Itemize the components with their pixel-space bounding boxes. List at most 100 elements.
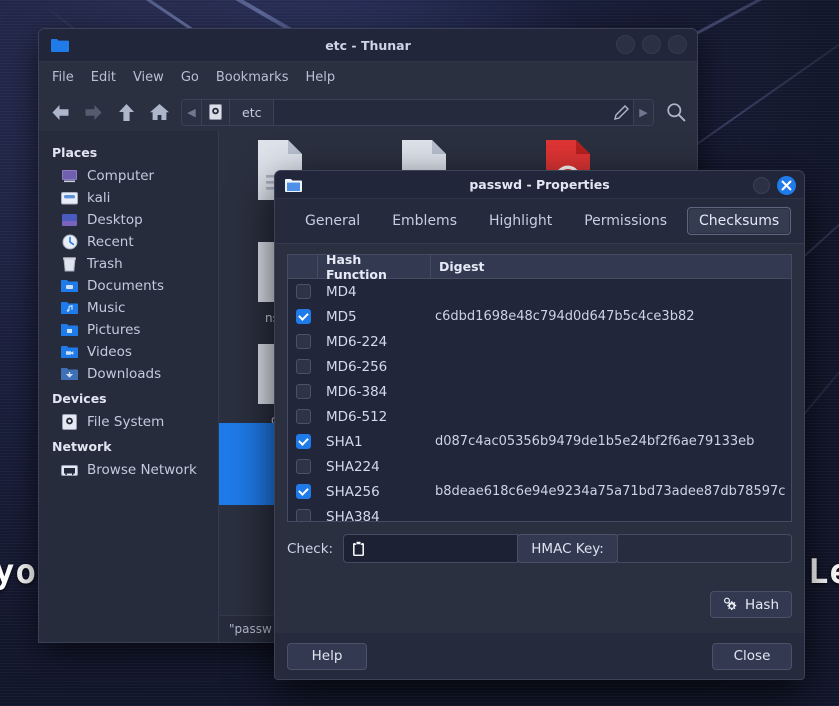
- computer-icon: [61, 169, 78, 184]
- tab-permissions[interactable]: Permissions: [572, 207, 679, 235]
- hmac-key-input[interactable]: [617, 534, 792, 563]
- table-row[interactable]: SHA1 d087c4ac05356b9479de1b5e24bf2f6ae79…: [288, 429, 791, 454]
- table-row[interactable]: SHA224: [288, 454, 791, 479]
- sidebar-item-kali[interactable]: kali: [39, 187, 218, 209]
- window-titlebar[interactable]: etc - Thunar: [39, 29, 697, 62]
- sidebar-item-desktop[interactable]: Desktop: [39, 209, 218, 231]
- downloads-folder-icon: [61, 367, 78, 382]
- wallpaper-text-right: Le: [808, 552, 839, 592]
- tab-bar: General Emblems Highlight Permissions Ch…: [275, 199, 804, 244]
- sidebar-item-trash[interactable]: Trash: [39, 253, 218, 275]
- close-button[interactable]: Close: [712, 643, 792, 670]
- up-arrow-icon[interactable]: [113, 99, 139, 125]
- row-checkbox[interactable]: [288, 334, 318, 349]
- hash-button[interactable]: Hash: [710, 591, 792, 618]
- music-folder-icon: [61, 301, 78, 316]
- sidebar-item-label: File System: [87, 414, 164, 430]
- sidebar-item-file-system[interactable]: File System: [39, 411, 218, 433]
- hash-function-name: SHA256: [318, 484, 431, 500]
- row-checkbox[interactable]: [288, 459, 318, 474]
- row-checkbox[interactable]: [288, 309, 318, 324]
- row-checkbox[interactable]: [288, 509, 318, 522]
- menu-item-file[interactable]: File: [52, 70, 74, 85]
- chevron-right-icon[interactable]: ▶: [633, 100, 653, 125]
- row-checkbox[interactable]: [288, 434, 318, 449]
- table-row[interactable]: MD6-512: [288, 404, 791, 429]
- tab-highlight[interactable]: Highlight: [477, 207, 564, 235]
- checksum-table[interactable]: Hash Function Digest MD4 MD5 c6dbd1698e4…: [287, 254, 792, 522]
- sidebar-item-music[interactable]: Music: [39, 297, 218, 319]
- column-header-hash-function: Hash Function: [318, 255, 431, 278]
- sidebar-item-pictures[interactable]: Pictures: [39, 319, 218, 341]
- forward-arrow-icon[interactable]: [80, 99, 106, 125]
- menu-item-go[interactable]: Go: [181, 70, 199, 85]
- table-row[interactable]: SHA256 b8deae618c6e94e9234a75a71bd73adee…: [288, 479, 791, 504]
- sidebar-section-places: Places: [39, 139, 218, 165]
- sidebar-item-documents[interactable]: Documents: [39, 275, 218, 297]
- sidebar-item-label: Trash: [87, 256, 123, 272]
- window-controls: [616, 35, 687, 54]
- hash-function-name: MD6-384: [318, 384, 431, 400]
- sidebar-item-label: Documents: [87, 278, 164, 294]
- search-icon[interactable]: [663, 99, 689, 125]
- table-row[interactable]: MD6-224: [288, 329, 791, 354]
- menu-item-edit[interactable]: Edit: [91, 70, 116, 85]
- close-icon[interactable]: [777, 176, 796, 195]
- close-button[interactable]: [668, 35, 687, 54]
- dialog-window-controls: [753, 176, 796, 195]
- sidebar-item-recent[interactable]: Recent: [39, 231, 218, 253]
- filesystem-icon[interactable]: [202, 100, 230, 125]
- home-folder-icon: [61, 191, 78, 206]
- row-checkbox[interactable]: [288, 384, 318, 399]
- sidebar-item-label: Recent: [87, 234, 134, 250]
- table-row[interactable]: MD6-384: [288, 379, 791, 404]
- table-row[interactable]: MD6-256: [288, 354, 791, 379]
- sidebar-item-videos[interactable]: Videos: [39, 341, 218, 363]
- hmac-key-button[interactable]: HMAC Key:: [517, 534, 618, 563]
- gear-icon: [723, 597, 738, 612]
- minimize-button[interactable]: [616, 35, 635, 54]
- hash-function-name: SHA384: [318, 509, 431, 523]
- menu-item-help[interactable]: Help: [305, 70, 335, 85]
- minimize-button[interactable]: [753, 177, 770, 194]
- breadcrumb[interactable]: etc: [230, 100, 274, 125]
- window-title: etc - Thunar: [39, 29, 697, 62]
- dialog-titlebar[interactable]: passwd - Properties: [275, 171, 804, 199]
- row-checkbox[interactable]: [288, 409, 318, 424]
- home-icon[interactable]: [146, 99, 172, 125]
- sidebar-item-downloads[interactable]: Downloads: [39, 363, 218, 385]
- sidebar-item-browse-network[interactable]: Browse Network: [39, 459, 218, 481]
- path-bar[interactable]: ◀ etc ▶: [181, 99, 654, 126]
- clipboard-icon: [352, 541, 365, 557]
- menu-item-bookmarks[interactable]: Bookmarks: [216, 70, 289, 85]
- toolbar: ◀ etc ▶: [39, 93, 697, 131]
- hash-function-name: SHA224: [318, 459, 431, 475]
- row-checkbox[interactable]: [288, 359, 318, 374]
- tab-general[interactable]: General: [293, 207, 372, 235]
- table-row[interactable]: MD5 c6dbd1698e48c794d0d647b5c4ce3b82: [288, 304, 791, 329]
- help-button[interactable]: Help: [287, 643, 367, 670]
- tab-checksums[interactable]: Checksums: [687, 207, 791, 235]
- hash-function-name: MD4: [318, 284, 431, 300]
- check-input[interactable]: [343, 534, 518, 563]
- pencil-icon[interactable]: [609, 105, 633, 120]
- chevron-left-icon[interactable]: ◀: [182, 100, 202, 125]
- sidebar-item-label: Computer: [87, 168, 154, 184]
- hash-function-name: SHA1: [318, 434, 431, 450]
- menu-item-view[interactable]: View: [133, 70, 164, 85]
- column-header-checkbox: [288, 255, 318, 278]
- back-arrow-icon[interactable]: [47, 99, 73, 125]
- tab-emblems[interactable]: Emblems: [380, 207, 469, 235]
- table-row[interactable]: MD4: [288, 279, 791, 304]
- trash-icon: [61, 257, 78, 272]
- maximize-button[interactable]: [642, 35, 661, 54]
- row-checkbox[interactable]: [288, 484, 318, 499]
- sidebar-item-label: Videos: [87, 344, 132, 360]
- table-row[interactable]: SHA384: [288, 504, 791, 522]
- sidebar-item-computer[interactable]: Computer: [39, 165, 218, 187]
- properties-dialog: passwd - Properties General Emblems High…: [274, 170, 805, 680]
- hash-function-name: MD6-512: [318, 409, 431, 425]
- clock-icon: [61, 235, 78, 250]
- sidebar-item-label: Pictures: [87, 322, 140, 338]
- row-checkbox[interactable]: [288, 284, 318, 299]
